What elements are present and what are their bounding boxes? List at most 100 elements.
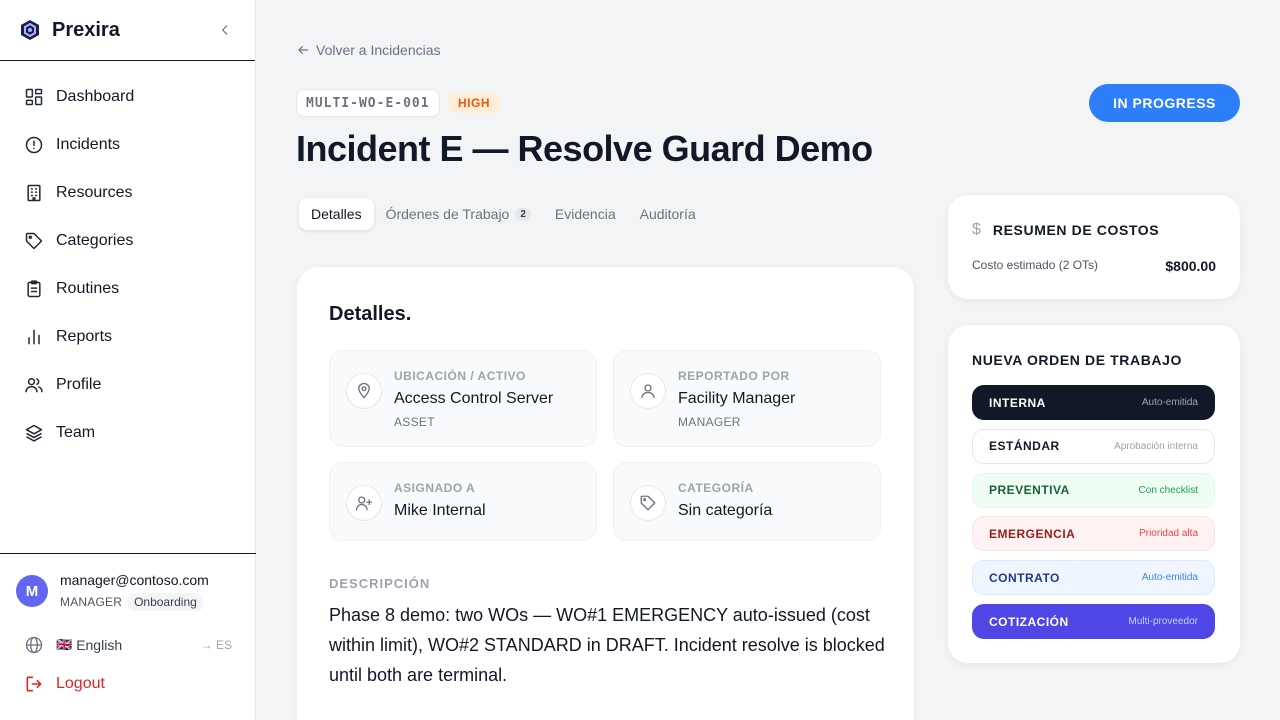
wo-type-hint: Multi-proveedor [1128, 616, 1198, 627]
wo-type-name: EMERGENCIA [989, 526, 1076, 541]
logout-icon [24, 674, 44, 694]
category-value: Sin categoría [678, 502, 773, 519]
arrow-left-icon [298, 45, 309, 55]
language-switch-target: → ES [200, 638, 232, 652]
user-email: manager@contoso.com [60, 572, 209, 588]
main-content: Volver a Incidencias MULTI-WO-E-001 HIGH… [256, 0, 1280, 720]
logout-label: Logout [56, 675, 105, 692]
onboarding-badge: Onboarding [128, 593, 203, 611]
tab-evidencia[interactable]: Evidencia [543, 198, 628, 230]
wo-type-button-interna[interactable]: INTERNA Auto-emitida [972, 385, 1215, 420]
sidebar-item-label: Profile [56, 376, 102, 393]
description-label: DESCRIPCIÓN [329, 576, 431, 591]
sidebar-footer: M manager@contoso.com MANAGER Onboarding… [0, 553, 256, 720]
tag-icon [630, 485, 666, 521]
reporter-label: REPORTADO POR [678, 369, 790, 383]
bar-chart-icon [24, 327, 44, 347]
sidebar-item-categories[interactable]: Categories [0, 217, 255, 265]
sidebar-item-incidents[interactable]: Incidents [0, 121, 255, 169]
sidebar-item-label: Resources [56, 184, 133, 201]
user-role: MANAGER [60, 595, 123, 609]
app-name: Prexira [52, 18, 120, 41]
sidebar-item-label: Routines [56, 280, 120, 297]
wo-type-name: COTIZACIÓN [989, 614, 1069, 629]
map-pin-icon [346, 373, 382, 409]
priority-badge: HIGH [448, 93, 500, 113]
sidebar-item-dashboard[interactable]: Dashboard [0, 73, 255, 121]
assignee-info: ASIGNADO A Mike Internal [329, 462, 597, 541]
details-title: Detalles. [329, 303, 412, 325]
assignee-label: ASIGNADO A [394, 481, 476, 495]
brand-header: Prexira [0, 0, 255, 61]
cost-summary-title: RESUMEN DE COSTOS [992, 222, 1160, 238]
sidebar-item-label: Categories [56, 232, 134, 249]
sidebar-item-reports[interactable]: Reports [0, 313, 255, 361]
sidebar-item-team[interactable]: Team [0, 409, 255, 457]
cost-estimate-label: Costo estimado (2 OTs) [972, 258, 1099, 272]
collapse-sidebar-button[interactable] [215, 20, 235, 40]
wo-type-hint: Prioridad alta [1139, 528, 1198, 540]
cost-estimate-value: $800.00 [1165, 258, 1216, 274]
wo-type-button-cotizacion[interactable]: COTIZACIÓN Multi-proveedor [972, 604, 1215, 639]
category-label: CATEGORÍA [678, 481, 754, 495]
status-button[interactable]: IN PROGRESS [1089, 84, 1240, 122]
wo-type-button-estandar[interactable]: ESTÁNDAR Aprobación interna [972, 428, 1215, 464]
avatar: M [16, 575, 48, 607]
back-label: Volver a Incidencias [316, 42, 441, 58]
wo-type-hint: Auto-emitida [1141, 397, 1198, 408]
wo-type-name: CONTRATO [989, 570, 1060, 585]
tab-detalles[interactable]: Detalles [299, 198, 374, 230]
back-to-incidents-link[interactable]: Volver a Incidencias [296, 42, 441, 58]
sidebar-item-label: Reports [56, 328, 113, 345]
globe-icon [24, 635, 44, 655]
wo-type-button-preventiva[interactable]: PREVENTIVA Con checklist [972, 472, 1215, 508]
category-info: CATEGORÍA Sin categoría [613, 462, 881, 541]
tab-label: Evidencia [554, 206, 616, 222]
incident-tabs: Detalles Órdenes de Trabajo 2 Evidencia … [296, 195, 708, 233]
wo-type-button-contrato[interactable]: CONTRATO Auto-emitida [972, 560, 1215, 596]
sidebar-nav: Dashboard Incidents Resources Categories… [0, 61, 255, 457]
language-label: English [76, 637, 123, 653]
wo-type-hint: Con checklist [1138, 484, 1198, 496]
reporter-value: Facility Manager [678, 390, 796, 407]
language-switcher[interactable]: 🇬🇧 English → ES [0, 635, 256, 655]
user-icon [630, 373, 666, 409]
cost-summary-card: $ RESUMEN DE COSTOS Costo estimado (2 OT… [948, 195, 1240, 299]
tab-label: Detalles [311, 206, 362, 222]
location-type: ASSET [394, 415, 435, 429]
wo-type-hint: Aprobación interna [1114, 440, 1198, 452]
sidebar-item-resources[interactable]: Resources [0, 169, 255, 217]
building-icon [24, 183, 44, 203]
tab-ordenes-de-trabajo[interactable]: Órdenes de Trabajo 2 [374, 198, 543, 230]
uk-flag-icon: 🇬🇧 [56, 637, 73, 652]
sidebar-item-routines[interactable]: Routines [0, 265, 255, 313]
description-text: Phase 8 demo: two WOs — WO#1 EMERGENCY a… [329, 605, 885, 685]
details-card: Detalles. UBICACIÓN / ACTIVO Access Cont… [297, 267, 914, 720]
logout-button[interactable]: Logout [0, 673, 256, 695]
dollar-icon: $ [972, 221, 981, 238]
wo-type-name: ESTÁNDAR [989, 439, 1060, 454]
new-work-order-card: NUEVA ORDEN DE TRABAJO INTERNA Auto-emiti… [948, 325, 1240, 663]
alert-circle-icon [24, 135, 44, 155]
wo-type-button-emergencia[interactable]: EMERGENCIA Prioridad alta [972, 516, 1215, 552]
dashboard-grid-icon [24, 87, 44, 107]
user-card[interactable]: M manager@contoso.com MANAGER Onboarding [0, 554, 256, 611]
wo-type-hint: Auto-emitida [1141, 572, 1198, 584]
sidebar-item-label: Team [56, 424, 96, 441]
chevron-left-icon [221, 25, 228, 35]
prexira-logo-icon [20, 19, 40, 41]
location-value: Access Control Server [394, 390, 554, 407]
tab-auditoria[interactable]: Auditoría [628, 198, 708, 230]
new-work-order-title: NUEVA ORDEN DE TRABAJO [972, 352, 1182, 368]
location-label: UBICACIÓN / ACTIVO [394, 369, 526, 383]
wo-type-name: INTERNA [989, 395, 1046, 410]
tag-icon [24, 231, 44, 251]
sidebar-item-profile[interactable]: Profile [0, 361, 255, 409]
users-icon [24, 375, 44, 395]
layers-icon [24, 423, 44, 443]
reporter-role: MANAGER [678, 415, 741, 429]
assignee-value: Mike Internal [394, 502, 486, 519]
sidebar: Prexira Dashboard Incidents Resources Ca… [0, 0, 256, 720]
wo-type-name: PREVENTIVA [989, 483, 1070, 498]
reporter-info: REPORTADO POR Facility Manager MANAGER [613, 350, 881, 447]
